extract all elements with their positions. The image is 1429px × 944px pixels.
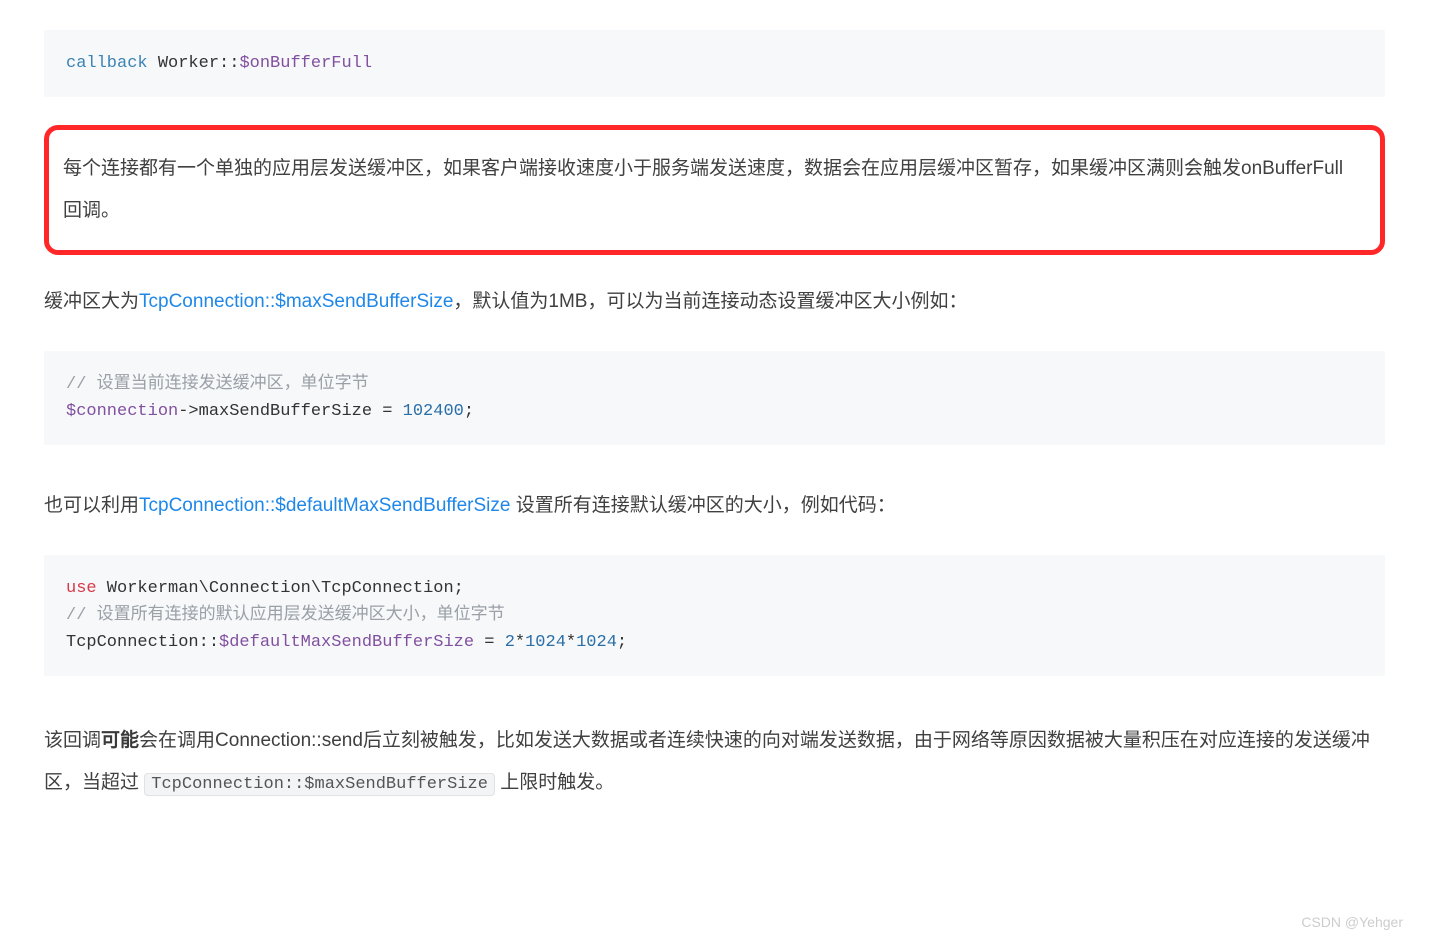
text: 该回调 [44,730,101,751]
code-token: $defaultMaxSendBufferSize [219,633,474,652]
highlighted-note: 每个连接都有一个单独的应用层发送缓冲区，如果客户端接收速度小于服务端发送速度，数… [44,125,1385,255]
paragraph-buffer-size: 缓冲区大为TcpConnection::$maxSendBufferSize，默… [44,281,1385,323]
code-token: :: [199,633,219,652]
paragraph-default-buffer: 也可以利用TcpConnection::$defaultMaxSendBuffe… [44,485,1385,527]
code-token: 102400 [403,402,464,421]
code-token: 1024 [576,633,617,652]
code-token: TcpConnection [66,633,199,652]
code-token: ->maxSendBufferSize = [178,402,402,421]
paragraph-callback-trigger: 该回调可能会在调用Connection::send后立刻被触发，比如发送大数据或… [44,720,1385,804]
link-maxsendbuffersize[interactable]: TcpConnection::$maxSendBufferSize [139,291,453,312]
code-token: $connection [66,402,178,421]
text: 缓冲区大为 [44,291,139,312]
code-token: * [566,633,576,652]
code-comment: // 设置所有连接的默认应用层发送缓冲区大小，单位字节 [66,606,505,625]
code-block-set-buffer: // 设置当前连接发送缓冲区，单位字节 $connection->maxSend… [44,351,1385,445]
code-token: 1024 [525,633,566,652]
code-token: Worker [158,54,219,73]
code-block-use-tcp: use Workerman\Connection\TcpConnection; … [44,555,1385,677]
code-comment: // 设置当前连接发送缓冲区，单位字节 [66,375,369,394]
link-defaultmaxsendbuffersize[interactable]: TcpConnection::$defaultMaxSendBufferSize [139,495,510,516]
code-token: Workerman\Connection\TcpConnection; [97,579,464,598]
text: ，默认值为1MB，可以为当前连接动态设置缓冲区大小例如： [453,291,967,312]
code-token: ; [464,402,474,421]
text-bold: 可能 [101,730,139,751]
text: 上限时触发。 [495,772,614,793]
code-token: callback [66,54,158,73]
code-token: 2 [505,633,515,652]
article-body: callback Worker::$onBufferFull 每个连接都有一个单… [0,30,1429,850]
code-token: use [66,579,97,598]
code-token: ; [617,633,627,652]
text: 也可以利用 [44,495,139,516]
highlighted-text: 每个连接都有一个单独的应用层发送缓冲区，如果客户端接收速度小于服务端发送速度，数… [63,158,1343,221]
code-token: = [474,633,505,652]
text: 设置所有连接默认缓冲区的大小，例如代码： [510,495,895,516]
code-block-callback: callback Worker::$onBufferFull [44,30,1385,97]
inline-code-maxsendbuffersize: TcpConnection::$maxSendBufferSize [144,773,495,796]
code-token: $onBufferFull [239,54,372,73]
code-token: :: [219,54,239,73]
watermark: CSDN @Yehger [1301,914,1403,930]
code-token: * [515,633,525,652]
